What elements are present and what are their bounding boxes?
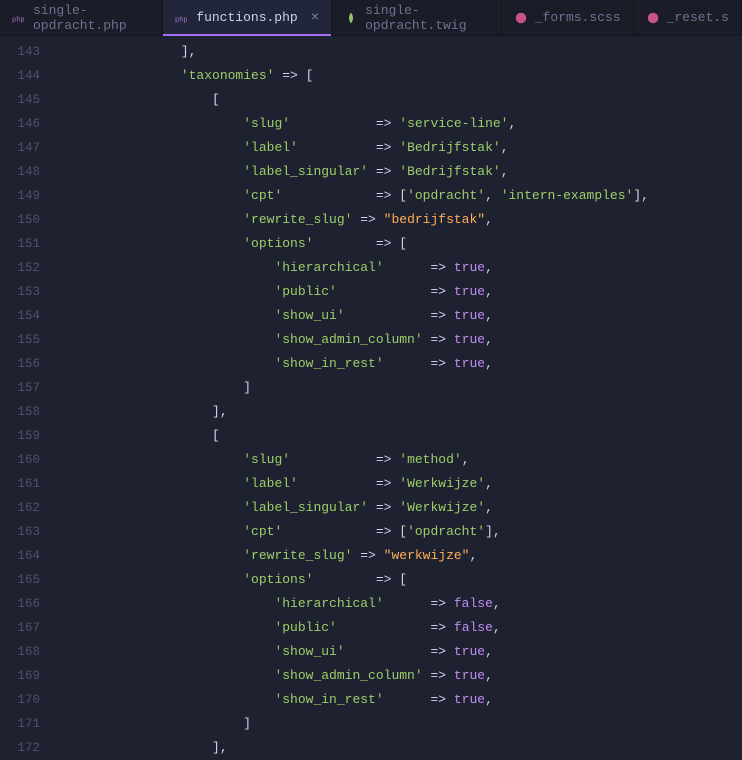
tab-label: _forms.scss (535, 10, 621, 25)
code-line[interactable]: 'hierarchical' => true, (56, 256, 742, 280)
svg-text:php: php (175, 16, 188, 24)
code-line[interactable]: 'options' => [ (56, 232, 742, 256)
line-number: 150 (0, 208, 56, 232)
line-number: 144 (0, 64, 56, 88)
twig-icon (344, 11, 358, 25)
code-line[interactable]: 'rewrite_slug' => "werkwijze", (56, 544, 742, 568)
line-number: 167 (0, 616, 56, 640)
tab-3[interactable]: _forms.scss (502, 0, 634, 35)
line-number: 161 (0, 472, 56, 496)
code-line[interactable]: 'label_singular' => 'Bedrijfstak', (56, 160, 742, 184)
code-line[interactable]: [ (56, 424, 742, 448)
close-icon[interactable]: × (311, 10, 319, 26)
line-number: 171 (0, 712, 56, 736)
code-line[interactable]: 'show_admin_column' => true, (56, 328, 742, 352)
line-number: 169 (0, 664, 56, 688)
line-number: 164 (0, 544, 56, 568)
code-line[interactable]: 'label_singular' => 'Werkwijze', (56, 496, 742, 520)
tab-label: functions.php (196, 10, 297, 25)
tab-1[interactable]: php functions.php × (163, 0, 332, 35)
code-line[interactable]: 'public' => true, (56, 280, 742, 304)
scss-icon (514, 11, 528, 25)
code-line[interactable]: 'show_in_rest' => true, (56, 688, 742, 712)
line-number: 156 (0, 352, 56, 376)
line-number: 147 (0, 136, 56, 160)
code-line[interactable]: 'label' => 'Werkwijze', (56, 472, 742, 496)
code-line[interactable]: 'options' => [ (56, 568, 742, 592)
code-line[interactable]: 'label' => 'Bedrijfstak', (56, 136, 742, 160)
scss-icon (646, 11, 660, 25)
code-line[interactable]: 'show_ui' => true, (56, 640, 742, 664)
line-number: 172 (0, 736, 56, 760)
tab-label: _reset.s (667, 10, 729, 25)
code-line[interactable]: ] (56, 376, 742, 400)
php-icon: php (175, 11, 189, 25)
line-number: 165 (0, 568, 56, 592)
code-line[interactable]: [ (56, 88, 742, 112)
line-number: 157 (0, 376, 56, 400)
tab-0[interactable]: php single-opdracht.php (0, 0, 163, 35)
line-number: 155 (0, 328, 56, 352)
line-number: 162 (0, 496, 56, 520)
line-number: 166 (0, 592, 56, 616)
tab-label: single-opdracht.php (33, 3, 150, 33)
code-line[interactable]: 'cpt' => ['opdracht'], (56, 520, 742, 544)
line-number: 151 (0, 232, 56, 256)
code-line[interactable]: 'hierarchical' => false, (56, 592, 742, 616)
code-line[interactable]: 'slug' => 'service-line', (56, 112, 742, 136)
code-line[interactable]: 'cpt' => ['opdracht', 'intern-examples']… (56, 184, 742, 208)
tab-label: single-opdracht.twig (365, 3, 489, 33)
line-number: 168 (0, 640, 56, 664)
code-line[interactable]: 'show_admin_column' => true, (56, 664, 742, 688)
code-line[interactable]: 'show_ui' => true, (56, 304, 742, 328)
line-number: 145 (0, 88, 56, 112)
code-line[interactable]: ], (56, 400, 742, 424)
line-number: 163 (0, 520, 56, 544)
line-number: 159 (0, 424, 56, 448)
code-line[interactable]: 'taxonomies' => [ (56, 64, 742, 88)
tab-4[interactable]: _reset.s (634, 0, 742, 35)
line-number: 146 (0, 112, 56, 136)
line-number: 152 (0, 256, 56, 280)
line-number: 153 (0, 280, 56, 304)
code-line[interactable]: 'slug' => 'method', (56, 448, 742, 472)
line-number: 154 (0, 304, 56, 328)
line-number: 160 (0, 448, 56, 472)
tab-bar: php single-opdracht.php php functions.php × s… (0, 0, 742, 36)
line-number: 143 (0, 40, 56, 64)
code-content[interactable]: ], 'taxonomies' => [ [ 'slug' => 'servic… (56, 36, 742, 758)
line-number: 158 (0, 400, 56, 424)
tab-2[interactable]: single-opdracht.twig (332, 0, 502, 35)
editor-area: 1431441451461471481491501511521531541551… (0, 36, 742, 758)
line-number: 148 (0, 160, 56, 184)
code-line[interactable]: ], (56, 736, 742, 758)
code-line[interactable]: 'public' => false, (56, 616, 742, 640)
line-number: 170 (0, 688, 56, 712)
code-line[interactable]: ] (56, 712, 742, 736)
code-line[interactable]: 'show_in_rest' => true, (56, 352, 742, 376)
line-number: 149 (0, 184, 56, 208)
code-line[interactable]: 'rewrite_slug' => "bedrijfstak", (56, 208, 742, 232)
svg-text:php: php (12, 16, 25, 24)
code-line[interactable]: ], (56, 40, 742, 64)
php-icon: php (12, 11, 26, 25)
line-number-gutter: 1431441451461471481491501511521531541551… (0, 36, 56, 758)
